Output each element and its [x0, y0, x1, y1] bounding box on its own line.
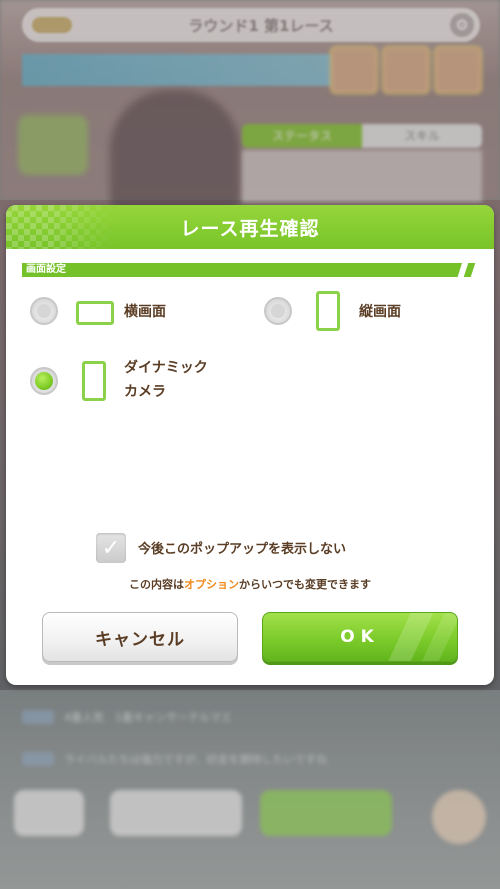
dialog-title: レース再生確認: [180, 217, 320, 240]
radio-dynamic-camera[interactable]: [30, 367, 58, 395]
note-accent: オプション: [184, 578, 239, 591]
dialog-header: レース再生確認: [6, 205, 494, 249]
note-suffix: からいつでも変更できます: [239, 578, 371, 591]
section-bar-tail: [463, 263, 476, 277]
dont-show-checkbox[interactable]: ✓: [96, 533, 126, 563]
radio-portrait[interactable]: [264, 297, 292, 325]
radio-dot-selected: [35, 372, 53, 390]
option-label-portrait[interactable]: 縦画面: [359, 301, 401, 323]
portrait-phone-icon[interactable]: [82, 361, 106, 401]
ok-button[interactable]: OK: [262, 612, 458, 662]
header-pattern: [6, 205, 116, 249]
note-prefix: この内容は: [129, 578, 184, 591]
option-label-dynamic-line2[interactable]: カメラ: [124, 381, 166, 403]
cancel-button-label: キャンセル: [95, 629, 185, 650]
options-note: この内容はオプションからいつでも変更できます: [6, 576, 494, 592]
race-playback-dialog: レース再生確認 画面設定 横画面 縦画面 ダイナミック カメラ ✓ 今後このポッ…: [6, 205, 494, 685]
radio-dot: [37, 304, 51, 318]
radio-dot: [271, 304, 285, 318]
landscape-phone-icon[interactable]: [76, 301, 114, 325]
checkmark-icon: ✓: [101, 535, 121, 561]
portrait-phone-icon[interactable]: [316, 291, 340, 331]
section-label: 画面設定: [26, 264, 66, 275]
dont-show-label[interactable]: 今後このポップアップを表示しない: [138, 538, 346, 557]
option-label-landscape[interactable]: 横画面: [124, 301, 166, 323]
ok-button-stripe: [377, 613, 457, 661]
option-label-dynamic-line1[interactable]: ダイナミック: [124, 357, 208, 379]
ok-button-label: OK: [340, 627, 380, 647]
radio-landscape[interactable]: [30, 297, 58, 325]
cancel-button[interactable]: キャンセル: [42, 612, 238, 662]
screen-settings-bar: 画面設定: [22, 263, 462, 277]
